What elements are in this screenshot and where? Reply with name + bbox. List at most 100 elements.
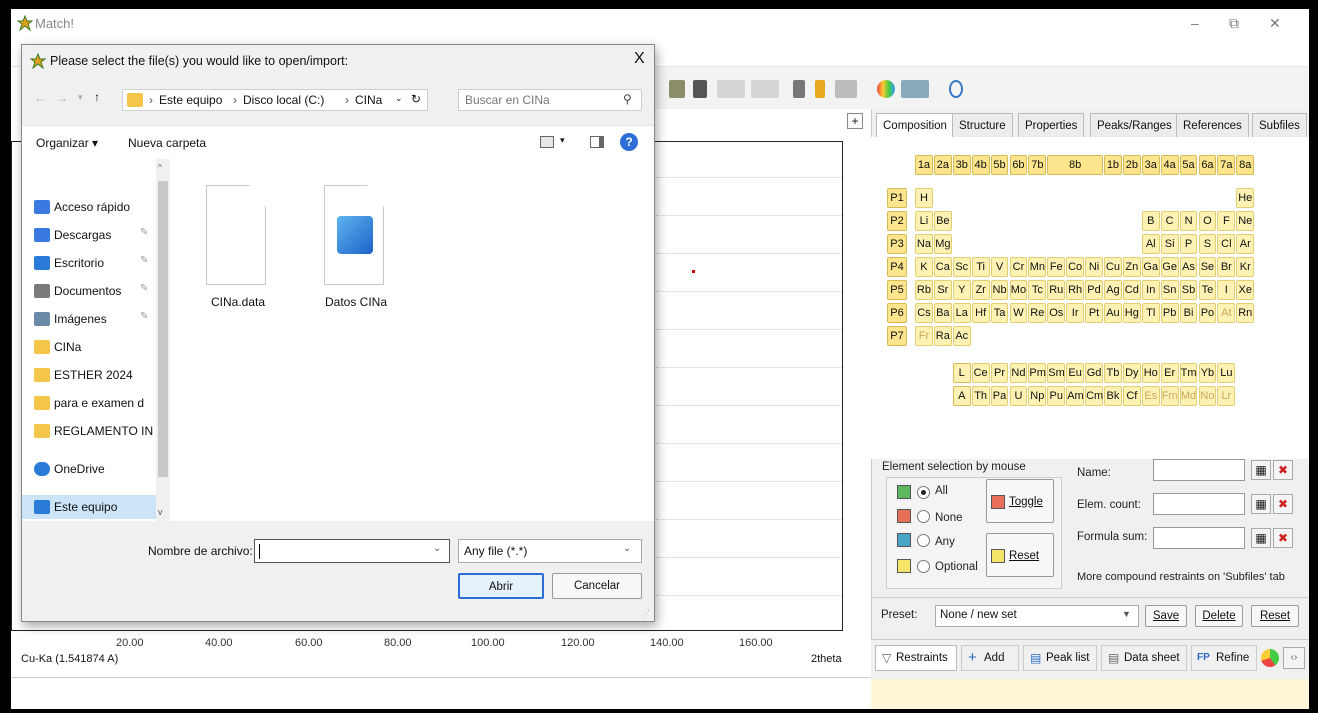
reset-selection-button[interactable]: Reset (986, 533, 1054, 577)
element-zr[interactable]: Zr (971, 280, 990, 300)
period-p2[interactable]: P2 (887, 211, 907, 231)
element-os[interactable]: Os (1047, 303, 1066, 323)
element-cu[interactable]: Cu (1104, 257, 1122, 277)
group-header-6b[interactable]: 6b (1009, 155, 1028, 175)
nav-item[interactable]: Documentos ✎ (22, 279, 156, 303)
view-icon[interactable] (540, 136, 554, 148)
element-tb[interactable]: Tb (1104, 363, 1122, 383)
scroll-down-icon[interactable]: v (158, 507, 163, 517)
help-icon[interactable]: ? (620, 133, 638, 151)
element-er[interactable]: Er (1160, 363, 1179, 383)
elem-count-input[interactable] (1153, 493, 1245, 515)
resize-grip-icon[interactable]: ⋰ (642, 609, 650, 618)
element-pa[interactable]: Pa (990, 386, 1009, 406)
chart-icon[interactable] (901, 80, 929, 98)
close-app-button[interactable]: ✕ (1269, 15, 1281, 32)
element-c[interactable]: C (1160, 211, 1179, 231)
element-am[interactable]: Am (1066, 386, 1085, 406)
delete-icon[interactable]: ✖ (1273, 494, 1293, 514)
nav-item[interactable]: Este equipo (22, 495, 156, 519)
element-mn[interactable]: Mn (1028, 257, 1047, 277)
element-ac[interactable]: Ac (952, 326, 971, 346)
element-np[interactable]: Np (1028, 386, 1047, 406)
element-lr[interactable]: Lr (1217, 386, 1236, 406)
tab-add[interactable]: + Add (961, 645, 1019, 671)
formula-sum-input[interactable] (1153, 527, 1245, 549)
element-f[interactable]: F (1217, 211, 1236, 231)
name-input[interactable] (1153, 459, 1245, 481)
nav-item[interactable]: Escritorio ✎ (22, 251, 156, 275)
scroll-arrows-button[interactable]: ‹› (1283, 647, 1305, 669)
period-p7[interactable]: P7 (887, 326, 907, 346)
actinide-series-label[interactable]: A (952, 386, 971, 406)
element-ge[interactable]: Ge (1160, 257, 1179, 277)
tab-refine[interactable]: FP Refine (1191, 645, 1257, 671)
element-es[interactable]: Es (1141, 386, 1160, 406)
tab-data-sheet[interactable]: ▤ Data sheet (1101, 645, 1187, 671)
element-bi[interactable]: Bi (1179, 303, 1198, 323)
element-co[interactable]: Co (1066, 257, 1085, 277)
element-u[interactable]: U (1009, 386, 1028, 406)
element-sm[interactable]: Sm (1047, 363, 1066, 383)
element-o[interactable]: O (1198, 211, 1217, 231)
element-ag[interactable]: Ag (1104, 280, 1122, 300)
element-br[interactable]: Br (1217, 257, 1236, 277)
element-ra[interactable]: Ra (933, 326, 952, 346)
element-p[interactable]: P (1179, 234, 1198, 254)
element-mo[interactable]: Mo (1009, 280, 1028, 300)
element-si[interactable]: Si (1160, 234, 1179, 254)
element-mg[interactable]: Mg (933, 234, 952, 254)
group-header-2b[interactable]: 2b (1122, 155, 1141, 175)
element-fm[interactable]: Fm (1160, 386, 1179, 406)
tab-restraints[interactable]: ▽ Restraints (875, 645, 957, 671)
nav-item[interactable]: OneDrive (22, 457, 156, 481)
element-hf[interactable]: Hf (971, 303, 990, 323)
refresh-icon[interactable]: ↻ (411, 92, 421, 106)
element-b[interactable]: B (1141, 211, 1160, 231)
element-pt[interactable]: Pt (1085, 303, 1103, 323)
settings-icon[interactable] (835, 80, 857, 98)
element-nb[interactable]: Nb (990, 280, 1009, 300)
any-radio[interactable] (917, 534, 930, 547)
nav-item[interactable]: Acceso rápido (22, 195, 156, 219)
nav-item[interactable]: para e examen d (22, 391, 156, 415)
element-md[interactable]: Md (1179, 386, 1198, 406)
element-cs[interactable]: Cs (915, 303, 933, 323)
element-v[interactable]: V (990, 257, 1009, 277)
group-header-4b[interactable]: 4b (971, 155, 990, 175)
element-li[interactable]: Li (915, 211, 933, 231)
element-sr[interactable]: Sr (933, 280, 952, 300)
search-box[interactable]: Buscar en CINa ⚲ (458, 89, 642, 111)
element-ga[interactable]: Ga (1141, 257, 1160, 277)
tab-properties[interactable]: Properties (1018, 113, 1085, 137)
group-header-5a[interactable]: 5a (1179, 155, 1198, 175)
table-icon[interactable]: ▦ (1251, 528, 1271, 548)
element-i[interactable]: I (1217, 280, 1236, 300)
pin-icon[interactable]: ✎ (140, 283, 148, 294)
redo-icon[interactable] (751, 80, 779, 98)
breadcrumb-item[interactable]: CINa (355, 93, 382, 107)
period-p3[interactable]: P3 (887, 234, 907, 254)
up-arrow-icon[interactable]: ↑ (94, 90, 100, 104)
pie-icon[interactable] (1261, 649, 1279, 667)
file-item[interactable]: CINa.data (194, 171, 282, 321)
element-ir[interactable]: Ir (1066, 303, 1085, 323)
search-input[interactable]: Buscar en CINa (465, 93, 550, 107)
nav-item[interactable]: REGLAMENTO IN (22, 419, 156, 443)
element-ta[interactable]: Ta (990, 303, 1009, 323)
element-tc[interactable]: Tc (1028, 280, 1047, 300)
element-al[interactable]: Al (1141, 234, 1160, 254)
database-icon[interactable] (793, 80, 805, 98)
element-tm[interactable]: Tm (1179, 363, 1198, 383)
period-p6[interactable]: P6 (887, 303, 907, 323)
element-pr[interactable]: Pr (990, 363, 1009, 383)
element-ne[interactable]: Ne (1236, 211, 1255, 231)
element-k[interactable]: K (915, 257, 933, 277)
delete-icon[interactable]: ✖ (1273, 460, 1293, 480)
group-header-6a[interactable]: 6a (1198, 155, 1217, 175)
group-header-1b[interactable]: 1b (1104, 155, 1122, 175)
tab-structure[interactable]: Structure (952, 113, 1013, 137)
group-header-8a[interactable]: 8a (1236, 155, 1255, 175)
chevron-down-icon[interactable]: ⌄ (395, 93, 403, 104)
element-at[interactable]: At (1217, 303, 1236, 323)
